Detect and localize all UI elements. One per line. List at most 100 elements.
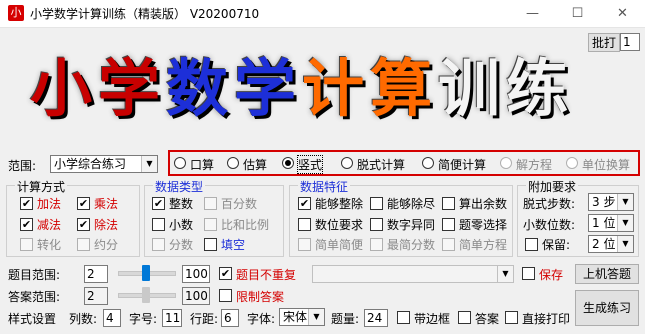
question-max-input[interactable]: 100	[182, 265, 210, 283]
checkbox-simple-equation-label: 简单方程	[459, 238, 508, 252]
spacing-label: 行距:	[190, 312, 219, 326]
decimals-select[interactable]: 1 位 ▼	[588, 214, 634, 232]
question-slider-thumb[interactable]	[142, 265, 150, 281]
font-select-value: 宋体	[283, 310, 308, 324]
radio-estimate-label: 估算	[243, 158, 268, 172]
banner-char: 学	[234, 52, 303, 125]
checkbox-zero-select-label: 题零选择	[459, 218, 508, 232]
direct-print-label: 直接打印	[522, 312, 571, 326]
window-title: 小学数学计算训练（精装版） V20200710	[30, 7, 260, 21]
spacing-input[interactable]: 6	[221, 309, 239, 327]
checkbox-simple-equation[interactable]	[442, 238, 455, 251]
checkbox-digit-diff-label: 数字异同	[387, 218, 436, 232]
checkbox-percent[interactable]	[204, 197, 217, 210]
checkbox-border[interactable]	[397, 311, 410, 324]
checkbox-fill-blank-label: 填空	[221, 238, 246, 252]
question-list-select[interactable]: ▼	[312, 265, 514, 283]
batch-count-input[interactable]: 1	[620, 33, 640, 51]
title-bar: 小 小学数学计算训练（精装版） V20200710 — ☐ ✕	[0, 0, 645, 28]
answer-max-input[interactable]: 100	[182, 287, 210, 305]
banner-char: 算	[370, 52, 439, 125]
radio-unit[interactable]	[566, 157, 578, 169]
columns-label: 列数:	[69, 312, 98, 326]
checkbox-reduce[interactable]	[77, 238, 90, 251]
steps-label: 脱式步数:	[523, 197, 576, 211]
checkbox-integer-label: 整数	[169, 197, 194, 211]
checkbox-decimal[interactable]	[152, 218, 165, 231]
checkbox-integer[interactable]: ✔	[152, 197, 165, 210]
columns-input[interactable]: 4	[103, 309, 121, 327]
checkbox-percent-label: 百分数	[221, 197, 258, 211]
checkbox-add-label: 加法	[37, 197, 62, 211]
checkbox-simple-easy[interactable]	[298, 238, 311, 251]
radio-stepwise[interactable]	[341, 157, 353, 169]
radio-simplify[interactable]	[422, 157, 434, 169]
question-min-input[interactable]: 2	[84, 265, 108, 283]
checkbox-divisible[interactable]: ✔	[298, 197, 311, 210]
chevron-down-icon: ▼	[617, 194, 633, 210]
scope-select[interactable]: 小学综合练习 ▼	[50, 155, 158, 173]
keep-select[interactable]: 2 位 ▼	[588, 235, 634, 253]
checkbox-exact[interactable]	[370, 197, 383, 210]
banner-char: 小	[30, 52, 99, 125]
chevron-down-icon: ▼	[141, 156, 157, 172]
fontsize-input[interactable]: 11	[162, 309, 182, 327]
close-button[interactable]: ✕	[600, 0, 645, 27]
radio-equation[interactable]	[500, 157, 512, 169]
checkbox-remainder[interactable]	[442, 197, 455, 210]
banner-char: 练	[506, 52, 575, 125]
checkbox-multiply[interactable]: ✔	[77, 197, 90, 210]
scope-select-value: 小学综合练习	[54, 157, 127, 171]
generate-button[interactable]: 生成练习	[575, 290, 639, 326]
checkbox-add[interactable]: ✔	[20, 197, 33, 210]
answer-min-input[interactable]: 2	[84, 287, 108, 305]
data-feature-title: 数据特征	[298, 178, 351, 195]
checkbox-direct-print[interactable]	[505, 311, 518, 324]
checkbox-subtract[interactable]: ✔	[20, 218, 33, 231]
checkbox-no-repeat[interactable]: ✔	[219, 267, 232, 280]
checkbox-keep[interactable]	[525, 238, 538, 251]
limit-answer-label: 限制答案	[236, 290, 285, 304]
save-label: 保存	[539, 268, 564, 282]
border-label: 带边框	[414, 312, 451, 326]
checkbox-simple-easy-label: 简单简便	[315, 238, 364, 252]
no-repeat-label: 题目不重复	[236, 268, 297, 282]
checkbox-answer[interactable]	[458, 311, 471, 324]
maximize-button[interactable]: ☐	[555, 0, 600, 27]
scope-label: 范围:	[8, 159, 37, 173]
checkbox-digit-req[interactable]	[298, 218, 311, 231]
banner-char: 计	[302, 52, 371, 125]
checkbox-subtract-label: 减法	[37, 218, 62, 232]
radio-estimate[interactable]	[227, 157, 239, 169]
answer-slider-thumb[interactable]	[142, 287, 150, 303]
minimize-button[interactable]: —	[510, 0, 555, 27]
radio-unit-label: 单位换算	[582, 158, 631, 172]
checkbox-ratio[interactable]	[204, 218, 217, 231]
checkbox-remainder-label: 算出余数	[459, 197, 508, 211]
chevron-down-icon: ▼	[308, 309, 324, 325]
checkbox-limit-answer[interactable]	[219, 289, 232, 302]
radio-vertical-label: 竖式	[296, 155, 324, 174]
checkbox-fraction-label: 分数	[169, 238, 194, 252]
computer-answer-button[interactable]: 上机答题	[575, 264, 639, 284]
count-input[interactable]: 24	[364, 309, 388, 327]
font-select[interactable]: 宋体 ▼	[279, 308, 325, 326]
app-icon: 小	[8, 5, 24, 21]
checkbox-save[interactable]	[522, 267, 535, 280]
radio-vertical[interactable]	[282, 157, 294, 169]
answer-range-label: 答案范围:	[8, 290, 61, 304]
checkbox-zero-select[interactable]	[442, 218, 455, 231]
steps-select[interactable]: 3 步 ▼	[588, 193, 634, 211]
checkbox-fill-blank[interactable]	[204, 238, 217, 251]
checkbox-divisible-label: 能够整除	[315, 197, 364, 211]
checkbox-divide[interactable]: ✔	[77, 218, 90, 231]
radio-oral[interactable]	[174, 157, 186, 169]
checkbox-digit-diff[interactable]	[370, 218, 383, 231]
checkbox-simplest-fraction[interactable]	[370, 238, 383, 251]
checkbox-fraction[interactable]	[152, 238, 165, 251]
checkbox-reduce-label: 约分	[94, 238, 119, 252]
chevron-down-icon: ▼	[497, 266, 513, 282]
checkbox-convert[interactable]	[20, 238, 33, 251]
checkbox-multiply-label: 乘法	[94, 197, 119, 211]
checkbox-convert-label: 转化	[37, 238, 62, 252]
